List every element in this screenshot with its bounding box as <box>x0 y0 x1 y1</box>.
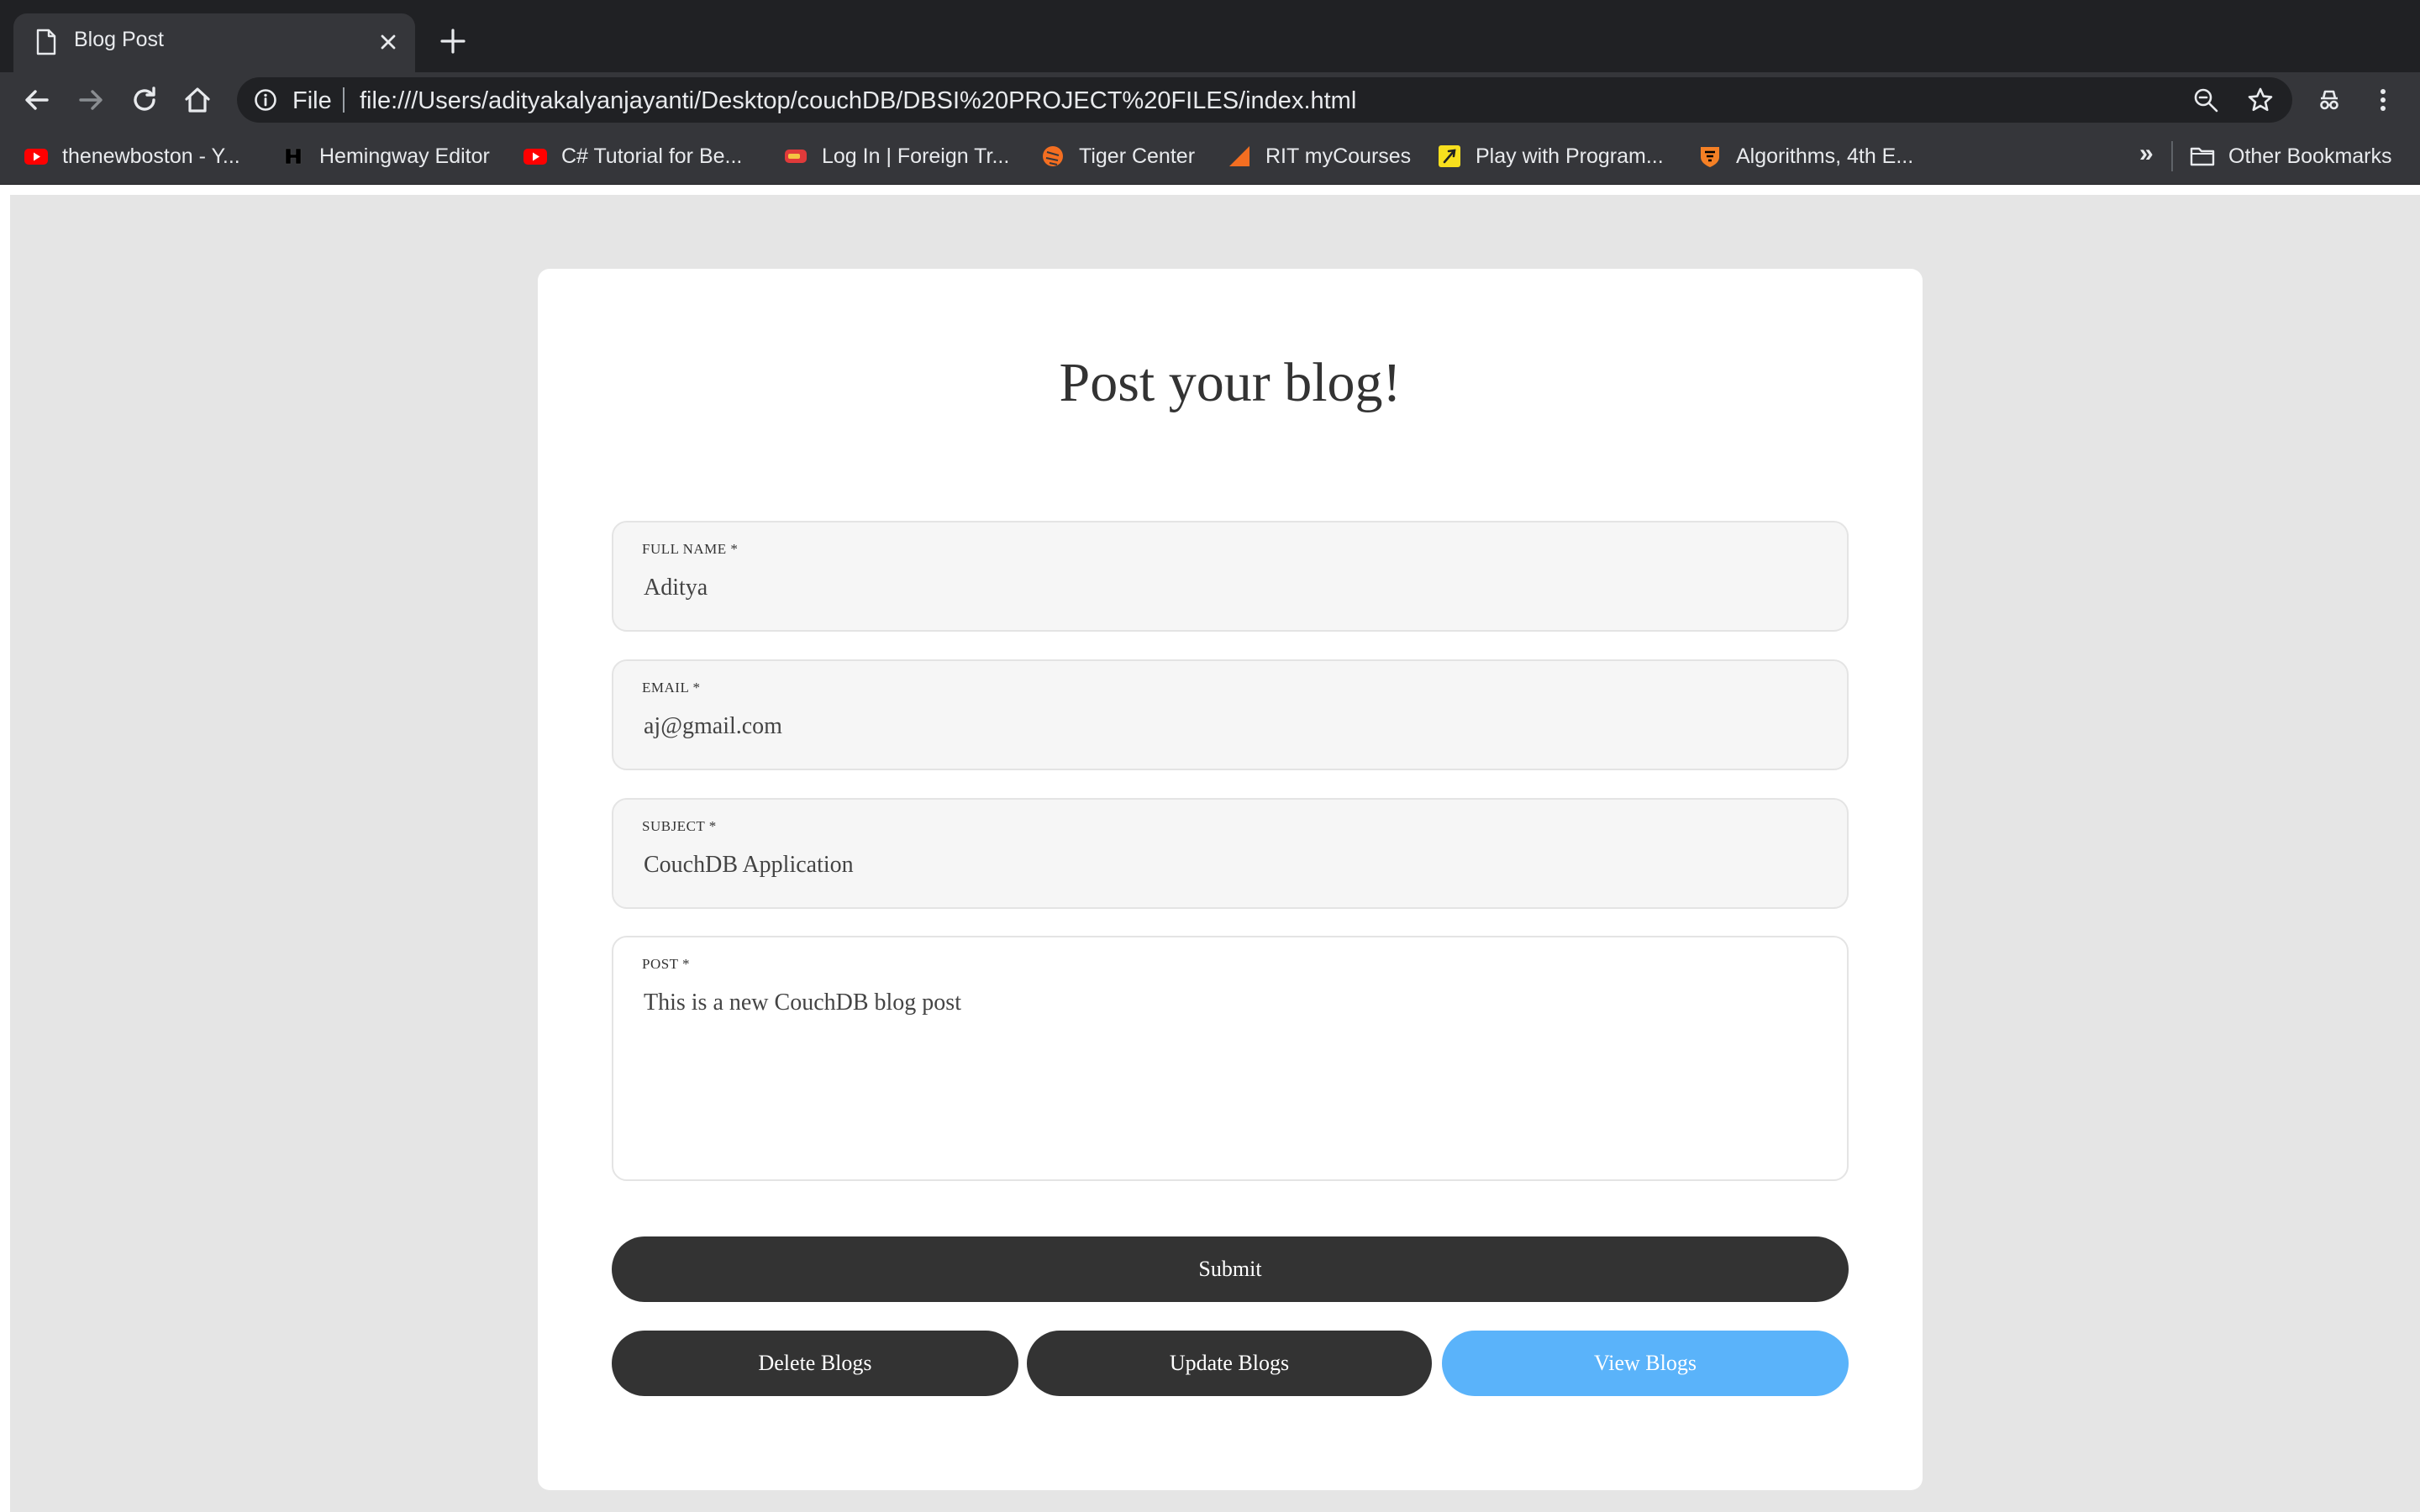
youtube-icon <box>523 149 547 165</box>
bookmark-tiger-center[interactable]: Tiger Center <box>1040 139 1195 173</box>
tab-title: Blog Post <box>74 28 165 51</box>
reload-icon[interactable] <box>129 85 160 115</box>
tab-blog-post[interactable]: Blog Post <box>13 13 415 72</box>
bookmark-label: Hemingway Editor <box>319 144 490 168</box>
folder-icon <box>2190 147 2215 166</box>
program-icon <box>1439 145 1460 167</box>
full-name-input[interactable] <box>644 575 1812 601</box>
bookmark-label: Tiger Center <box>1079 144 1196 168</box>
info-icon[interactable] <box>254 88 277 112</box>
bookmark-label: thenewboston - Y... <box>62 144 240 168</box>
full-name-label: FULL NAME * <box>642 541 739 557</box>
close-icon[interactable] <box>376 30 400 54</box>
post-field[interactable]: POST * This is a new CouchDB blog post <box>612 936 1849 1181</box>
browser-toolbar: File file:///Users/adityakalyanjayanti/D… <box>0 72 2420 128</box>
post-textarea[interactable]: This is a new CouchDB blog post <box>644 990 1812 1158</box>
bookmark-label: Log In | Foreign Tr... <box>822 144 1010 168</box>
bookmark-play-with-programming[interactable]: Play with Program... <box>1437 139 1664 173</box>
bookmark-rit-mycourses[interactable]: RIT myCourses <box>1227 139 1411 173</box>
flag-icon <box>785 150 807 163</box>
subject-label: SUBJECT * <box>642 818 717 834</box>
email-label: EMAIL * <box>642 680 701 696</box>
incognito-extension-icon[interactable] <box>2314 85 2344 115</box>
update-blogs-button[interactable]: Update Blogs <box>1027 1331 1432 1396</box>
post-label: POST * <box>642 956 691 972</box>
bookmark-label: RIT myCourses <box>1265 144 1412 168</box>
url-scheme-label: File <box>292 87 332 114</box>
bookmark-csharp-tutorial[interactable]: C# Tutorial for Be... <box>523 139 742 173</box>
blog-form-card: Post your blog! FULL NAME * EMAIL * SUBJ… <box>538 269 1923 1490</box>
back-icon[interactable] <box>22 85 52 115</box>
princeton-icon <box>1701 147 1719 167</box>
email-input[interactable] <box>644 713 1812 740</box>
subject-field[interactable]: SUBJECT * <box>612 798 1849 909</box>
bookmark-label: Play with Program... <box>1476 144 1664 168</box>
page-title: Post your blog! <box>1059 352 1402 413</box>
subject-input[interactable] <box>644 852 1812 879</box>
bookmark-algorithms[interactable]: Algorithms, 4th E... <box>1697 139 1913 173</box>
menu-kebab-icon[interactable] <box>2368 85 2398 115</box>
bookmark-star-icon[interactable] <box>2247 87 2274 113</box>
full-name-field[interactable]: FULL NAME * <box>612 521 1849 632</box>
zoom-icon[interactable] <box>2193 87 2218 113</box>
forward-icon[interactable] <box>76 85 106 115</box>
home-icon[interactable] <box>182 85 213 115</box>
bookmark-other-bookmarks[interactable]: Other Bookmarks <box>2190 139 2392 173</box>
url-text[interactable]: file:///Users/adityakalyanjayanti/Deskto… <box>360 87 1356 115</box>
view-blogs-button[interactable]: View Blogs <box>1442 1331 1849 1396</box>
email-field[interactable]: EMAIL * <box>612 659 1849 770</box>
bookmarks-overflow-button[interactable]: » <box>2139 139 2154 168</box>
delete-blogs-button[interactable]: Delete Blogs <box>612 1331 1018 1396</box>
bookmarks-divider <box>2171 141 2173 171</box>
bookmarks-bar: thenewboston - Y... Hemingway Editor C# … <box>0 128 2420 185</box>
bookmark-label: C# Tutorial for Be... <box>561 144 743 168</box>
page-viewport: Post your blog! FULL NAME * EMAIL * SUBJ… <box>0 185 2420 1512</box>
omnibox-divider <box>343 87 345 113</box>
page-icon <box>36 29 56 55</box>
address-bar[interactable]: File file:///Users/adityakalyanjayanti/D… <box>237 77 2292 123</box>
tiger-icon <box>1043 146 1063 166</box>
bookmark-thenewboston[interactable]: thenewboston - Y... <box>24 139 240 173</box>
youtube-icon <box>24 149 48 165</box>
bookmark-label: Other Bookmarks <box>2228 144 2392 168</box>
bookmark-foreign-trade[interactable]: Log In | Foreign Tr... <box>783 139 1009 173</box>
bookmark-label: Algorithms, 4th E... <box>1736 144 1914 168</box>
mycourses-icon <box>1229 146 1249 166</box>
submit-button[interactable]: Submit <box>612 1236 1849 1302</box>
new-tab-icon[interactable] <box>439 27 467 55</box>
page-background: Post your blog! FULL NAME * EMAIL * SUBJ… <box>10 195 2420 1512</box>
tab-strip: Blog Post <box>0 0 2420 72</box>
hemingway-icon <box>285 148 302 165</box>
bookmark-hemingway[interactable]: Hemingway Editor <box>281 139 490 173</box>
